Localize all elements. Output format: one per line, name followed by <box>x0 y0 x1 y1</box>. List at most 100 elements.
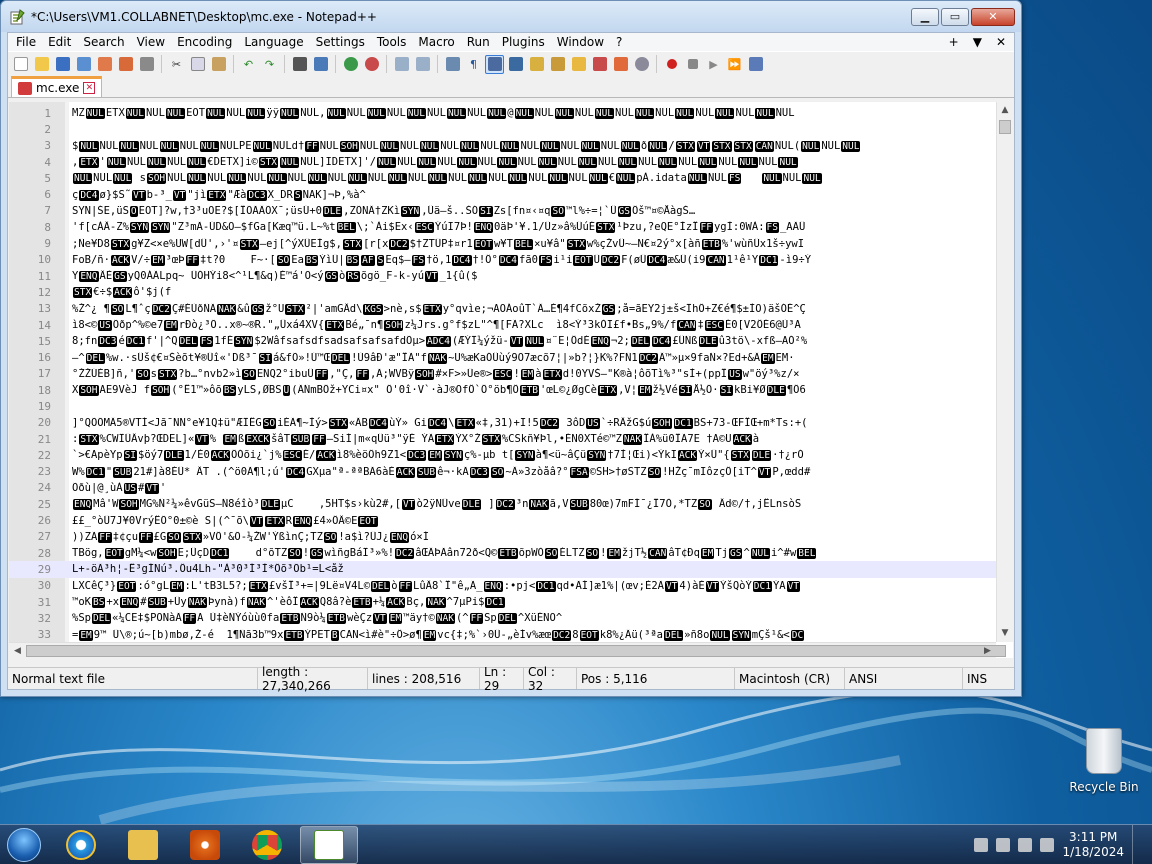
volume-icon[interactable] <box>1040 837 1055 852</box>
replace-button[interactable] <box>311 55 330 74</box>
menu-search[interactable]: Search <box>77 35 130 49</box>
editor-line[interactable]: 16 –^ DEL %w.·sÜš¢€¤Šèõt¥®Üî«'Dß³¯ SI á&fÕ»!Ú… <box>9 349 999 365</box>
editor-line[interactable]: 20]°QÕÕMÄ5®VTÍ<Jã¯NN°e¥1Q‡ü"ÆÏÊG SO iÉÃ¶~Ì… <box>9 415 999 431</box>
menu-settings[interactable]: Settings <box>310 35 371 49</box>
close-file-button[interactable] <box>95 55 114 74</box>
menu-language[interactable]: Language <box>238 35 309 49</box>
taskbar-explorer[interactable] <box>114 826 172 864</box>
editor-line[interactable]: 21: STX %CWÏÜÂvþ?ŒDEL]« VT% EM ß EXCK šâT SUB FF… <box>9 431 999 447</box>
menu-encoding[interactable]: Encoding <box>171 35 238 49</box>
function-list-button[interactable] <box>548 55 567 74</box>
editor-line[interactable]: 27))ZÃ FF ‡¢çu FF £G SO STX »VÖ'&Õ-¼ŽW'ÝßìnÇ;TZ… <box>9 529 999 545</box>
editor-line[interactable]: 22 `>€ApèYp SI $öý7 DLE 1/È0 ACK ÖÓõi¿`j% ESC É/A… <box>9 447 999 463</box>
editor-line[interactable]: 17 °ŽŽÚÈB]ñ,' SO s STX ?b…°nvb2»ì SO ENQ2°ibuÜ F… <box>9 366 999 382</box>
sync-horizontal-button[interactable] <box>413 55 432 74</box>
menu-macro[interactable]: Macro <box>412 35 460 49</box>
udl-button[interactable] <box>506 55 525 74</box>
horizontal-scroll-thumb[interactable] <box>26 645 1006 657</box>
text-lines[interactable]: 1 MZ NUL ETX NUL NUL NUL EOT NUL NUL NUL ÿÿ NUL NUL, N… <box>9 105 999 658</box>
start-button[interactable] <box>0 825 48 864</box>
stop-macro-button[interactable] <box>683 55 702 74</box>
tab-list-button[interactable]: ▼ <box>973 35 982 49</box>
editor-line[interactable]: 14 ì8<© US Õðp^%©e7 EM rÐò¿³Õ..x®~®R."„Ûxá4XV… <box>9 317 999 333</box>
status-insert-mode[interactable]: INS <box>963 668 991 689</box>
scroll-up-arrow[interactable]: ▲ <box>997 102 1013 119</box>
indent-guide-button[interactable] <box>485 54 504 74</box>
save-macro-button[interactable] <box>746 55 765 74</box>
menu-plugins[interactable]: Plugins <box>496 35 551 49</box>
menu-run[interactable]: Run <box>461 35 496 49</box>
doc-list-button[interactable] <box>611 55 630 74</box>
menu-help[interactable]: ? <box>610 35 628 49</box>
editor-line[interactable]: 1 MZ NUL ETX NUL NUL NUL EOT NUL NUL NUL ÿÿ NUL NUL, N… <box>9 105 999 121</box>
cut-button[interactable]: ✂ <box>167 55 186 74</box>
editor-line[interactable]: 7 SYN|ŠE,üS O EOT]?w,†3³uOE?$[ÎÕÃÄÕX¯;üsÚ+0… <box>9 203 999 219</box>
editor-line[interactable]: 28 TBög, EOT gM¼<w SOH E;ÜçD DC1 d°õTZ SO! GS wìñ… <box>9 545 999 561</box>
paste-button[interactable] <box>209 55 228 74</box>
editor-line[interactable]: 31 ™oK BS +x ENQ # SUB +Üy NAK Þynà)f NAK ^'èôÎ ACK Q… <box>9 594 999 610</box>
zoom-out-button[interactable] <box>362 55 381 74</box>
editor-line[interactable]: 18 X SOH AE9VèJ f SOH (°Ê1™»ôõ BS yLS,ØBS U (ÃÑmB… <box>9 382 999 398</box>
scroll-left-arrow[interactable]: ◀ <box>9 643 26 658</box>
taskbar-notepadpp[interactable] <box>300 825 358 864</box>
editor-line[interactable]: 24 Õðù|@¸ùÀ US # VT ' <box>9 480 999 496</box>
editor-line[interactable]: 12 STX €÷$ ACK ô'$j(f <box>9 284 999 300</box>
close-document-button[interactable]: ✕ <box>996 35 1006 49</box>
clock[interactable]: 3:11 PM 1/18/2024 <box>1062 830 1124 860</box>
status-eol[interactable]: Macintosh (CR) <box>735 668 845 689</box>
recycle-bin-shortcut[interactable]: Recycle Bin <box>1064 728 1144 794</box>
editor-line[interactable]: 32 %Sp DEL «¼CE‡$PONàÃ FF A Ù‡èÑÝóùù0fa ETB Ñ9ò… <box>9 610 999 626</box>
status-encoding[interactable]: ANSI <box>845 668 963 689</box>
editor-line[interactable]: 10 FoB/ñ· ACK V/÷ EM ³œÞ FF ‡t?0 F~·[SO Ea BS ÝìÜ|… <box>9 252 999 268</box>
new-file-button[interactable] <box>11 55 30 74</box>
editor-line[interactable]: 6 ç DC4 ø}$S˜ VT b-³_ VT "jì ETX "Æà DC3 X_DR S NAK]¬… <box>9 186 999 202</box>
taskbar-ie[interactable] <box>52 826 110 864</box>
menu-window[interactable]: Window <box>551 35 610 49</box>
show-all-chars-button[interactable]: ¶ <box>464 55 483 74</box>
play-macro-button[interactable]: ▶ <box>704 55 723 74</box>
editor-line[interactable]: 19 <box>9 398 999 414</box>
preview-button[interactable] <box>632 55 651 74</box>
menu-view[interactable]: View <box>131 35 171 49</box>
taskbar-media-player[interactable] <box>176 826 234 864</box>
editor-line[interactable]: 30 LXCêÇ³} EOT:ó°gL EM:L'tB3L5?; ETX £všÎ³+=|… <box>9 578 999 594</box>
open-file-button[interactable] <box>32 55 51 74</box>
editor-line[interactable]: 11 Y ENQ ÂÈ GS yQ0ÁÃLpq~ ÜÓHÝi8<^¹L¶&q)È™á'O<… <box>9 268 999 284</box>
editor-line[interactable]: 33 = EM 9™ Ü\®;ú~[b)mbø,Ž-é 1¶Ñã3b™9x ETB ÝPE… <box>9 627 999 643</box>
editor-line[interactable]: 8 'f[cÀÂ-Z% SYN SYN "Z³mÃ-ÚD&O—$fGa[Kæq™ü.L~… <box>9 219 999 235</box>
close-button[interactable]: ✕ <box>971 7 1015 26</box>
print-button[interactable] <box>137 55 156 74</box>
monitoring-button[interactable] <box>590 55 609 74</box>
title-bar[interactable]: *C:\Users\VM1.COLLABNET\Desktop\mc.exe -… <box>1 1 1021 32</box>
editor-line[interactable]: 29 L+-öÃ³h¦-Ê³gÍNú³.Ôu4Lh-"À³0³Í³Ì*Öõ³Õb¹… <box>9 561 999 578</box>
minimize-button[interactable]: ▁ <box>911 7 939 26</box>
menu-edit[interactable]: Edit <box>42 35 77 49</box>
close-all-button[interactable] <box>116 55 135 74</box>
scroll-down-arrow[interactable]: ▼ <box>997 625 1013 642</box>
folder-workspace-button[interactable] <box>569 55 588 74</box>
editor-line[interactable]: 2 <box>9 121 999 137</box>
sync-vertical-button[interactable] <box>392 55 411 74</box>
horizontal-scrollbar[interactable]: ◀ ▶ <box>9 642 1006 658</box>
copy-button[interactable] <box>188 55 207 74</box>
redo-button[interactable]: ↷ <box>260 55 279 74</box>
editor-line[interactable]: 13 %Ž^¿ ¶ SO L¶ˆç DC2 Ç#ÉÙðÑÃ NAK &û GS ž°U STX ²|'… <box>9 301 999 317</box>
word-wrap-button[interactable] <box>443 55 462 74</box>
vertical-scroll-thumb[interactable] <box>999 120 1011 134</box>
run-macro-multiple-button[interactable]: ⏩ <box>725 55 744 74</box>
record-macro-button[interactable] <box>662 55 681 74</box>
undo-button[interactable]: ↶ <box>239 55 258 74</box>
editor-line[interactable]: 26 ££_°òÜ7J¥0VrýÊÕ°0±©è S|(^¯õ\ VT ETX R ENQ £… <box>9 512 999 528</box>
action-center-flag-icon[interactable] <box>996 837 1011 852</box>
vertical-scrollbar[interactable]: ▲ ▼ <box>996 102 1013 642</box>
editor-line[interactable]: 3 $ NUL NUL NUL NUL NUL NUL NUL NULPE NUL NULd† FF NU… <box>9 138 999 154</box>
editor-line[interactable]: 23 W% DC1 " SUB 21#]à8ÉÜ* ÂT .(^ö0Ã¶l;ú' DC4 GX… <box>9 464 999 480</box>
new-tab-button[interactable]: + <box>949 35 959 49</box>
show-hidden-icons-icon[interactable] <box>974 837 989 852</box>
tab-mc-exe[interactable]: mc.exe ✕ <box>11 76 103 97</box>
editor-line[interactable]: 9 ;Ñe¥D8 STX g¥Z<×e%UW[dÛ',›'¤ STX —ej[^ýXÛEÌ… <box>9 235 999 251</box>
editor-area[interactable]: 1 MZ NUL ETX NUL NUL NUL EOT NUL NUL NUL ÿÿ NUL NUL, N… <box>9 102 1013 658</box>
editor-line[interactable]: 25 ENQ Mâ'W SOH MG%Ñ²¼»êvGüS—Ñ8éîò³ DLE µC ,5H… <box>9 496 999 512</box>
editor-line[interactable]: 5 NUL NUL NUL s SOH NUL NUL NUL NUL NUL NUL NUL NUL N… <box>9 170 999 186</box>
show-desktop-button[interactable] <box>1132 824 1146 864</box>
